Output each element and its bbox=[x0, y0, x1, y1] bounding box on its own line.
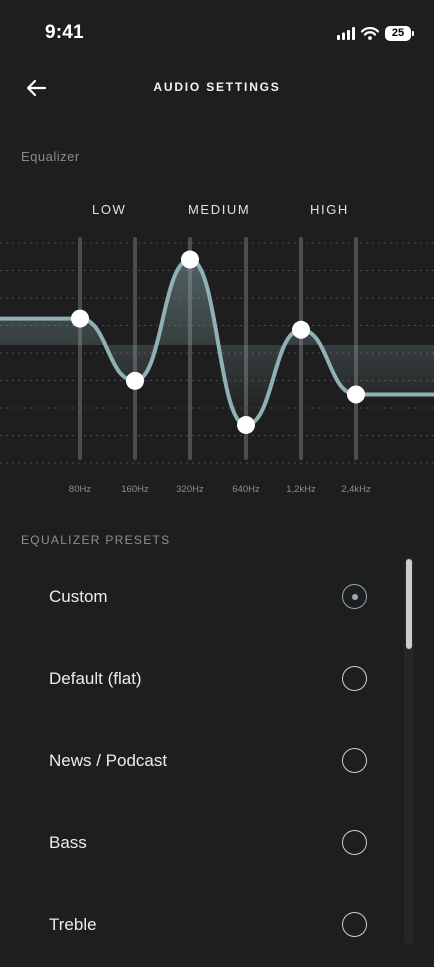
wifi-icon bbox=[361, 26, 379, 40]
band-low-label: LOW bbox=[92, 202, 127, 217]
preset-label: Default (flat) bbox=[49, 669, 142, 688]
eq-slider-handle[interactable] bbox=[237, 415, 255, 434]
band-medium-label: MEDIUM bbox=[188, 202, 251, 217]
preset-item-custom[interactable]: Custom bbox=[0, 557, 400, 639]
eq-frequency-label: 1,2kHz bbox=[286, 484, 316, 495]
preset-label: Treble bbox=[49, 915, 97, 934]
radio-button-icon[interactable] bbox=[342, 584, 367, 609]
signal-bars-icon bbox=[337, 26, 355, 40]
eq-slider-handle[interactable] bbox=[292, 320, 310, 339]
preset-label: Custom bbox=[49, 587, 108, 606]
preset-scrollbar[interactable] bbox=[404, 557, 414, 945]
preset-label: News / Podcast bbox=[49, 751, 168, 770]
eq-slider-handle[interactable] bbox=[71, 309, 89, 328]
battery-level: 25 bbox=[391, 27, 405, 39]
battery-nub bbox=[412, 30, 414, 36]
preset-item-treble[interactable]: Treble bbox=[0, 885, 400, 967]
eq-slider-track[interactable] bbox=[78, 237, 82, 460]
preset-scrollbar-thumb[interactable] bbox=[406, 559, 412, 649]
radio-button-icon[interactable] bbox=[342, 748, 367, 773]
radio-button-icon[interactable] bbox=[342, 912, 367, 937]
band-high-label: HIGH bbox=[310, 202, 349, 217]
eq-frequency-label: 320Hz bbox=[176, 484, 204, 495]
preset-label: Bass bbox=[49, 833, 87, 852]
status-time: 9:41 bbox=[45, 22, 84, 43]
preset-item-news-podcast[interactable]: News / Podcast bbox=[0, 721, 400, 803]
page-title: AUDIO SETTINGS bbox=[153, 80, 281, 94]
preset-item-bass[interactable]: Bass bbox=[0, 803, 400, 885]
eq-slider-handle[interactable] bbox=[181, 250, 199, 269]
eq-slider-handle[interactable] bbox=[126, 371, 144, 390]
equalizer-section-label: Equalizer bbox=[21, 149, 80, 164]
radio-button-icon[interactable] bbox=[342, 830, 367, 855]
eq-frequency-label: 80Hz bbox=[69, 484, 91, 495]
eq-frequency-label: 640Hz bbox=[232, 484, 260, 495]
battery-icon: 25 bbox=[385, 25, 411, 41]
radio-button-icon[interactable] bbox=[342, 666, 367, 691]
presets-section-label: EQUALIZER PRESETS bbox=[21, 533, 171, 547]
audio-settings-screen: 9:41 25 AUDIO SETTINGS Equalizer LOW MED… bbox=[0, 0, 434, 945]
eq-slider-handle[interactable] bbox=[347, 385, 365, 404]
radio-selected-dot bbox=[351, 593, 358, 600]
preset-item-default-flat[interactable]: Default (flat) bbox=[0, 639, 400, 721]
status-icons: 25 bbox=[337, 24, 414, 42]
preset-list: Custom Default (flat) News / Podcast Bas… bbox=[0, 557, 400, 967]
eq-slider-track[interactable] bbox=[299, 237, 303, 460]
equalizer-graph[interactable]: 80Hz 160Hz 320Hz 640Hz 1,2kHz 2,4kHz bbox=[0, 225, 434, 505]
eq-frequency-label: 160Hz bbox=[121, 484, 149, 495]
eq-frequency-label: 2,4kHz bbox=[341, 484, 371, 495]
